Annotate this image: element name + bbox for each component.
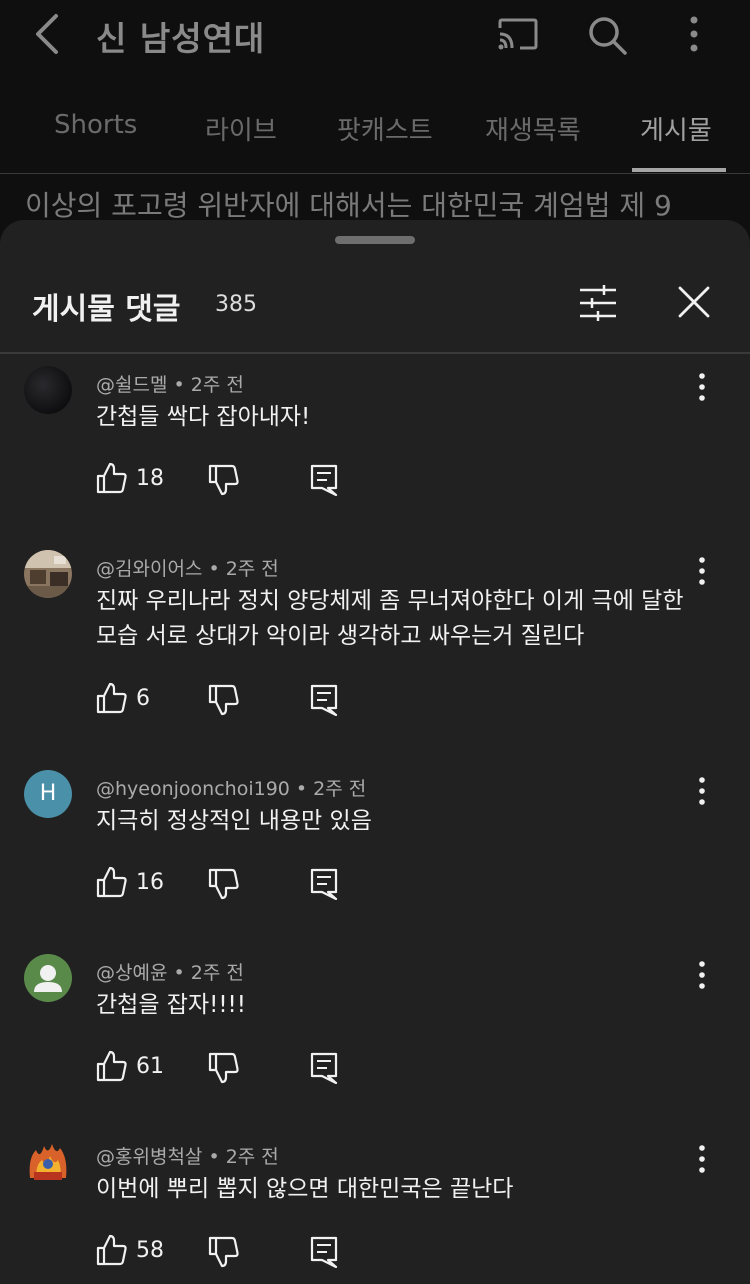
- comment-author[interactable]: @hyeonjoonchoi190: [96, 778, 290, 800]
- drag-handle[interactable]: [335, 236, 415, 244]
- avatar[interactable]: [24, 550, 72, 598]
- reply-icon[interactable]: [310, 464, 338, 496]
- more-vert-icon[interactable]: [692, 960, 712, 990]
- channel-tabs: Shorts 라이브 팟캐스트 재생목록 게시물: [0, 88, 750, 174]
- comment-item: @김와이어스 • 2주 전 진짜 우리나라 정치 양당체제 좀 무너져야한다 이…: [0, 550, 750, 770]
- more-vert-icon[interactable]: [684, 14, 704, 54]
- reply-icon[interactable]: [310, 684, 338, 716]
- avatar[interactable]: [24, 954, 72, 1002]
- comment-item: H @hyeonjoonchoi190 • 2주 전 지극히 정상적인 내용만 …: [0, 770, 750, 950]
- separator-dot: •: [208, 1146, 226, 1168]
- screen: 신 남성연대 Shorts 라이브 팟캐스트 재생목록 게시물 이상의 포고령 …: [0, 0, 750, 1284]
- tab-posts[interactable]: 게시물: [640, 110, 712, 147]
- comment-author[interactable]: @홍위병척살: [96, 1146, 202, 1168]
- tab-podcast[interactable]: 팟캐스트: [337, 110, 433, 147]
- separator-dot: •: [208, 558, 226, 580]
- comment-author[interactable]: @김와이어스: [96, 558, 202, 580]
- comment-author[interactable]: @쉴드멜: [96, 374, 167, 396]
- channel-title: 신 남성연대: [96, 19, 266, 58]
- thumbs-up-icon[interactable]: [96, 866, 128, 898]
- thumbs-up-icon[interactable]: [96, 462, 128, 494]
- more-vert-icon[interactable]: [692, 1144, 712, 1174]
- person-icon: [34, 965, 62, 992]
- thumbs-down-icon[interactable]: [208, 684, 240, 716]
- separator-dot: •: [173, 962, 191, 984]
- comment-text: 간첩을 잡자!!!!: [96, 992, 246, 1018]
- tab-playlists[interactable]: 재생목록: [485, 110, 581, 147]
- thumbs-down-icon[interactable]: [208, 1052, 240, 1084]
- comment-time: 2주 전: [190, 962, 244, 984]
- more-vert-icon[interactable]: [692, 776, 712, 806]
- thumbs-down-icon[interactable]: [208, 868, 240, 900]
- reply-icon[interactable]: [310, 868, 338, 900]
- comment-time: 2주 전: [225, 1146, 279, 1168]
- like-count: 6: [136, 686, 150, 711]
- back-icon[interactable]: [30, 12, 66, 56]
- reply-icon[interactable]: [310, 1236, 338, 1268]
- avatar[interactable]: H: [24, 770, 72, 818]
- avatar-letter: H: [39, 781, 57, 806]
- top-app-bar: 신 남성연대: [0, 0, 750, 80]
- divider: [0, 352, 750, 354]
- cast-icon[interactable]: [496, 16, 540, 52]
- avatar[interactable]: [24, 1138, 72, 1186]
- like-count: 16: [136, 870, 164, 895]
- like-count: 58: [136, 1238, 164, 1263]
- separator-dot: •: [295, 778, 314, 800]
- thumbs-up-icon[interactable]: [96, 1050, 128, 1082]
- thumbs-down-icon[interactable]: [208, 1236, 240, 1268]
- comment-time: 2주 전: [313, 778, 367, 800]
- avatar[interactable]: [24, 366, 72, 414]
- comment-item: @쉴드멜 • 2주 전 간첩들 싹다 잡아내자! 18: [0, 366, 750, 546]
- comment-text: 진짜 우리나라 정치 양당체제 좀 무너져야한다 이게 극에 달한 모습 서로 …: [96, 588, 684, 649]
- search-icon[interactable]: [586, 14, 628, 56]
- comment-text: 이번에 뿌리 뽑지 않으면 대한민국은 끝난다: [96, 1176, 514, 1202]
- sheet-title: 게시물 댓글: [32, 292, 181, 327]
- comment-time: 2주 전: [225, 558, 279, 580]
- reply-icon[interactable]: [310, 1052, 338, 1084]
- sort-filter-icon[interactable]: [578, 284, 618, 322]
- post-text-preview: 이상의 포고령 위반자에 대해서는 대한민국 계엄법 제 9: [25, 189, 672, 222]
- like-count: 18: [136, 466, 164, 491]
- tab-shorts[interactable]: Shorts: [54, 110, 137, 140]
- thumbs-up-icon[interactable]: [96, 1234, 128, 1266]
- more-vert-icon[interactable]: [692, 556, 712, 586]
- like-count: 61: [136, 1054, 164, 1079]
- active-tab-indicator: [632, 168, 726, 172]
- comments-sheet: 게시물 댓글 385 @쉴드멜 • 2주 전 간첩들 싹다 잡아내자! 18 @…: [0, 220, 750, 1284]
- comment-item: @홍위병척살 • 2주 전 이번에 뿌리 뽑지 않으면 대한민국은 끝난다 58: [0, 1138, 750, 1284]
- tab-live[interactable]: 라이브: [205, 110, 277, 147]
- separator-dot: •: [173, 374, 191, 396]
- thumbs-up-icon[interactable]: [96, 682, 128, 714]
- close-icon[interactable]: [676, 284, 712, 320]
- more-vert-icon[interactable]: [692, 372, 712, 402]
- comment-count: 385: [215, 292, 257, 317]
- comment-time: 2주 전: [190, 374, 244, 396]
- comment-author[interactable]: @상예윤: [96, 962, 167, 984]
- comment-text: 간첩들 싹다 잡아내자!: [96, 404, 311, 430]
- comment-item: @상예윤 • 2주 전 간첩을 잡자!!!! 61: [0, 954, 750, 1134]
- comment-text: 지극히 정상적인 내용만 있음: [96, 808, 372, 834]
- thumbs-down-icon[interactable]: [208, 464, 240, 496]
